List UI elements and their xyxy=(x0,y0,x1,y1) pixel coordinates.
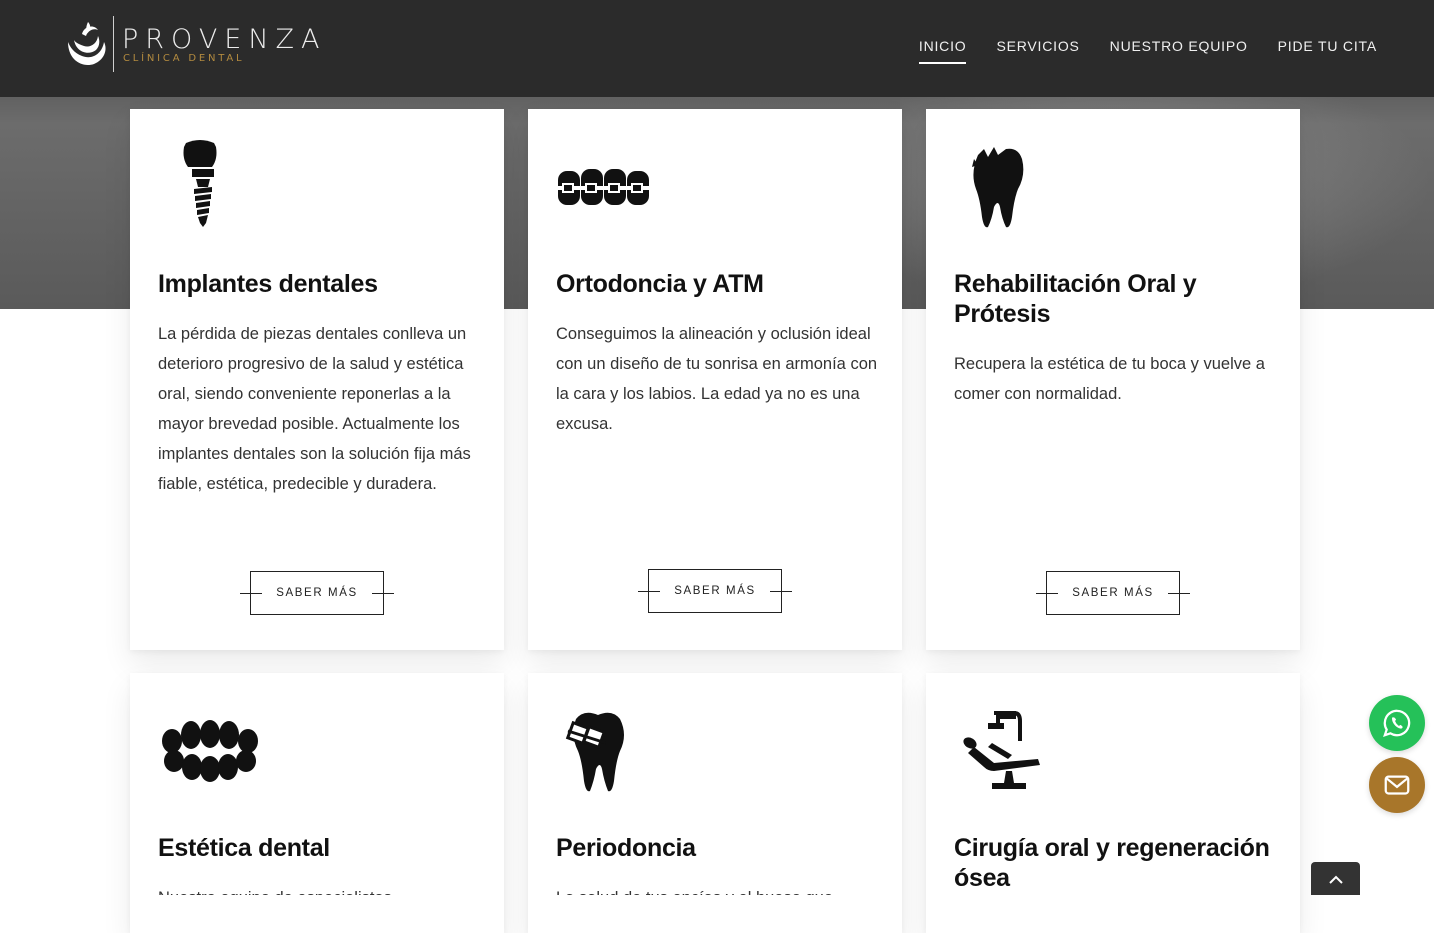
brand-subtitle: CLÍNICA DENTAL xyxy=(123,53,245,64)
brand-name: PROVENZA xyxy=(122,24,327,55)
service-title: Rehabilitación Oral y Prótesis xyxy=(954,270,1197,328)
service-description: Conseguimos la alineación y oclusión ide… xyxy=(556,325,878,433)
nav-item-nuestro-equipo[interactable]: NUESTRO EQUIPO xyxy=(1110,38,1248,64)
nav-item-inicio[interactable]: INICIO xyxy=(918,38,967,64)
saber-mas-button-rehabilitacion[interactable]: SABER MÁS xyxy=(1036,571,1190,615)
logo-mark-icon xyxy=(68,22,106,66)
service-description: Recupera la estética de tu boca y vuelve… xyxy=(954,355,1265,403)
email-button[interactable] xyxy=(1369,757,1425,813)
tooth-bracket-icon xyxy=(556,701,666,801)
service-description: La salud de tus encías y el hueso que xyxy=(556,883,878,895)
service-title: Ortodoncia y ATM xyxy=(556,270,764,298)
whatsapp-icon xyxy=(1383,709,1411,737)
site-header: PROVENZA CLÍNICA DENTAL INICIO SERVICIOS… xyxy=(0,0,1434,97)
service-card-periodoncia: Periodoncia La salud de tus encías y el … xyxy=(528,673,902,933)
dental-implant-icon xyxy=(158,137,268,237)
service-title: Cirugía oral y regeneración ósea xyxy=(954,834,1270,892)
broken-tooth-icon xyxy=(954,137,1064,237)
service-card-ortodoncia: Ortodoncia y ATM Conseguimos la alineaci… xyxy=(528,109,902,650)
dental-chair-icon xyxy=(954,701,1064,801)
main-nav: INICIO SERVICIOS NUESTRO EQUIPO PIDE TU … xyxy=(918,38,1377,64)
saber-mas-button-implantes[interactable]: SABER MÁS xyxy=(240,571,394,615)
braces-icon xyxy=(556,137,666,237)
service-card-implantes: Implantes dentales La pérdida de piezas … xyxy=(130,109,504,650)
nav-item-pide-tu-cita[interactable]: PIDE TU CITA xyxy=(1278,38,1377,64)
brand-logo[interactable]: PROVENZA CLÍNICA DENTAL xyxy=(64,16,334,74)
email-icon xyxy=(1384,775,1410,795)
service-title: Implantes dentales xyxy=(158,270,378,298)
logo-divider xyxy=(113,16,114,72)
service-title: Periodoncia xyxy=(556,834,696,862)
nav-item-servicios[interactable]: SERVICIOS xyxy=(996,38,1079,64)
service-card-estetica: Estética dental Nuestro equipo de especi… xyxy=(130,673,504,933)
service-title: Estética dental xyxy=(158,834,330,862)
service-card-rehabilitacion: Rehabilitación Oral y Prótesis Recupera … xyxy=(926,109,1300,650)
chevron-up-icon xyxy=(1328,875,1343,884)
scroll-to-top-button[interactable] xyxy=(1311,862,1360,895)
teeth-row-icon xyxy=(158,701,268,801)
service-description: Nuestro equipo de especialistas xyxy=(158,883,480,895)
service-card-cirugia: Cirugía oral y regeneración ósea xyxy=(926,673,1300,933)
whatsapp-button[interactable] xyxy=(1369,695,1425,751)
service-description: La pérdida de piezas dentales conlleva u… xyxy=(158,325,471,493)
saber-mas-button-ortodoncia[interactable]: SABER MÁS xyxy=(638,569,792,613)
